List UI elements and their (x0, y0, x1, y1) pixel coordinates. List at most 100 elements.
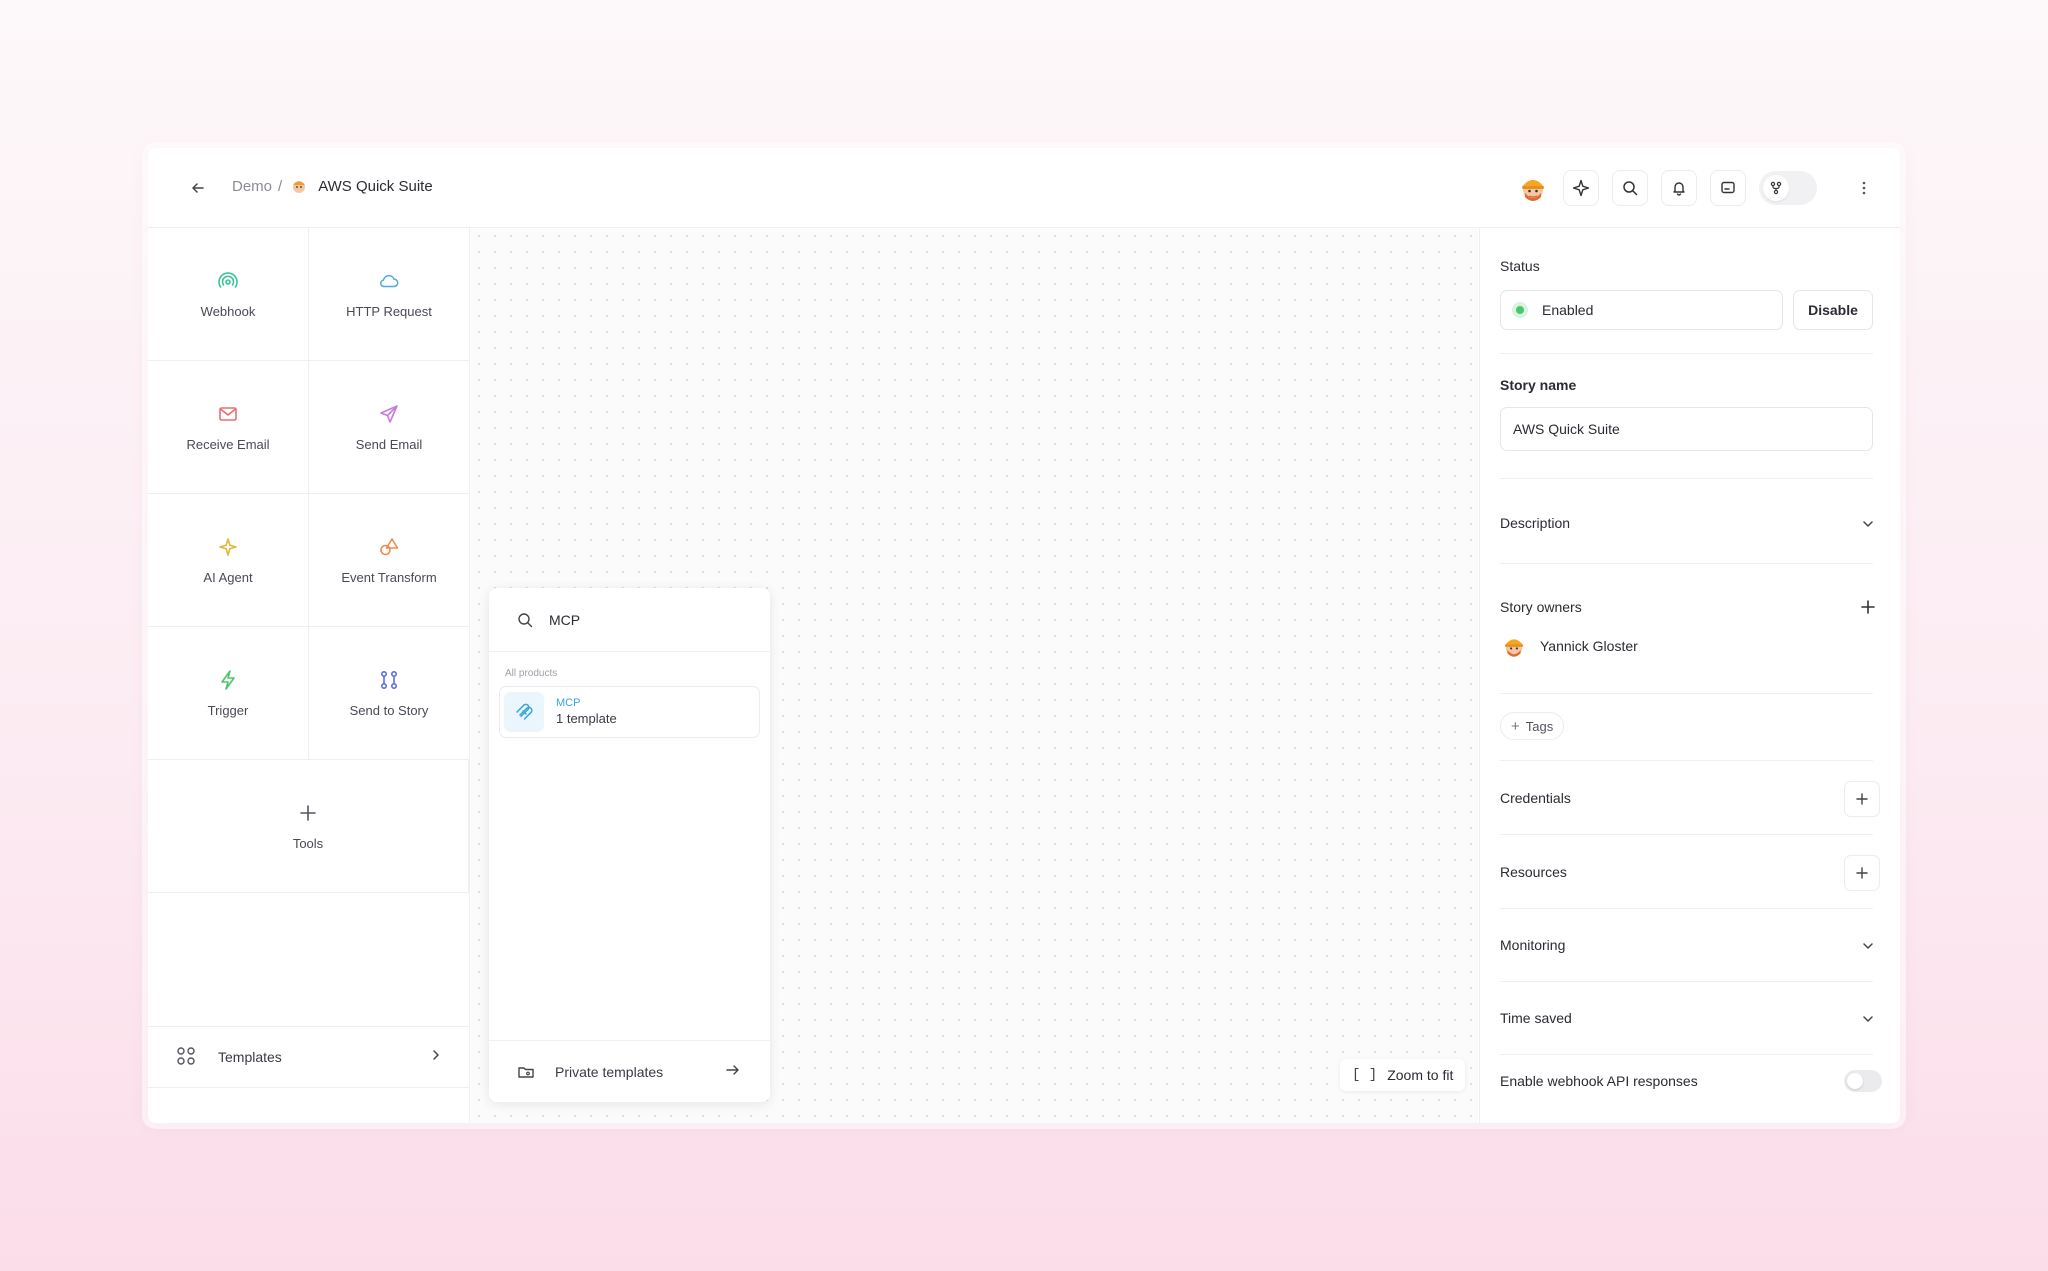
templates-label: Templates (218, 1049, 282, 1065)
action-send-email[interactable]: Send Email (309, 361, 470, 494)
action-label: Send to Story (349, 702, 429, 718)
action-send-to-story[interactable]: Send to Story (309, 627, 470, 760)
tags-label: Tags (1525, 718, 1554, 734)
avatar (1500, 632, 1528, 660)
divider (1500, 478, 1873, 479)
result-name: MCP (556, 697, 581, 709)
plus-icon: + (1511, 717, 1520, 735)
time-saved-label[interactable]: Time saved (1500, 1010, 1572, 1026)
status-indicator (1512, 302, 1528, 318)
search-bar (489, 588, 770, 652)
search-button[interactable] (1612, 170, 1648, 206)
status-label: Status (1500, 258, 1540, 274)
status-value: Enabled (1542, 302, 1594, 318)
result-text: MCP 1 template (556, 697, 617, 727)
search-icon (1623, 181, 1638, 196)
chevron-right-icon (431, 1048, 441, 1066)
disable-button[interactable]: Disable (1793, 290, 1873, 330)
action-trigger[interactable]: Trigger (148, 627, 309, 760)
story-settings-panel: Status Enabled Disable Story name Descri… (1479, 228, 1900, 1123)
change-control-toggle[interactable] (1759, 171, 1817, 205)
add-resource-button[interactable] (1844, 855, 1880, 891)
webhook-api-label: Enable webhook API responses (1500, 1073, 1698, 1089)
back-arrow-icon[interactable] (186, 176, 210, 200)
zoom-fit-icon: [ ] (1352, 1067, 1378, 1083)
cloud-icon (378, 270, 400, 292)
private-templates-link[interactable]: Private templates (489, 1040, 770, 1102)
private-templates-label: Private templates (555, 1063, 664, 1080)
actions-panel: Webhook HTTP Request Receive Email Send … (148, 228, 470, 1123)
mail-icon (217, 403, 239, 425)
webhook-api-toggle[interactable] (1844, 1070, 1882, 1092)
send-icon (378, 403, 400, 425)
template-search-popup: All products MCP 1 template Private temp… (489, 588, 770, 1102)
comments-button[interactable] (1710, 170, 1746, 206)
folder-icon (517, 1063, 535, 1081)
top-bar: Demo / AWS Quick Suite (148, 148, 1900, 228)
breadcrumb-parent[interactable]: Demo (232, 178, 272, 195)
bell-icon (1673, 182, 1685, 196)
action-tools[interactable]: Tools (148, 760, 469, 893)
branch-icon (1763, 175, 1789, 201)
search-icon (517, 612, 533, 628)
search-result-item[interactable]: MCP 1 template (499, 686, 760, 738)
action-ai-agent[interactable]: AI Agent (148, 494, 309, 627)
templates-link[interactable]: Templates (148, 1026, 469, 1088)
story-editor-window: Demo / AWS Quick Suite Webhook HTTP Requ… (148, 148, 1900, 1123)
grid-icon (176, 1046, 198, 1068)
owner-name: Yannick Gloster (1540, 638, 1638, 654)
plus-icon (297, 802, 319, 824)
shapes-icon (378, 536, 400, 558)
section-label: All products (505, 668, 558, 679)
divider (1500, 693, 1873, 694)
chevron-down-icon[interactable] (1858, 514, 1878, 534)
arrow-right-icon (726, 1063, 740, 1081)
message-icon (1721, 181, 1735, 194)
action-label: AI Agent (203, 569, 253, 585)
result-subtitle: 1 template (556, 711, 617, 726)
webhook-icon (217, 270, 239, 292)
mcp-logo-icon (504, 692, 544, 732)
zoom-to-fit-button[interactable]: [ ] Zoom to fit (1340, 1059, 1466, 1091)
search-input[interactable] (549, 611, 749, 628)
story-name-label: Story name (1500, 377, 1577, 393)
story-owners-label: Story owners (1500, 599, 1582, 615)
breadcrumb-separator: / (278, 177, 283, 195)
chevron-down-icon[interactable] (1858, 1009, 1878, 1029)
action-label: Send Email (355, 436, 423, 452)
owner-item: Yannick Gloster (1500, 632, 1638, 660)
story-title: AWS Quick Suite (318, 177, 433, 195)
resources-label: Resources (1500, 864, 1567, 880)
user-avatar[interactable] (1516, 171, 1550, 205)
sparkle-icon (217, 536, 239, 558)
action-label: Trigger (207, 702, 249, 718)
branch-icon (378, 669, 400, 691)
action-label: HTTP Request (346, 303, 432, 319)
add-tags-button[interactable]: + Tags (1500, 712, 1565, 740)
action-webhook[interactable]: Webhook (148, 228, 309, 361)
action-event-transform[interactable]: Event Transform (309, 494, 470, 627)
action-receive-email[interactable]: Receive Email (148, 361, 309, 494)
chevron-down-icon[interactable] (1858, 936, 1878, 956)
status-field: Enabled (1500, 290, 1783, 330)
story-emoji-icon (290, 177, 308, 195)
notifications-button[interactable] (1661, 170, 1697, 206)
divider (1500, 834, 1873, 835)
add-credential-button[interactable] (1844, 781, 1880, 817)
add-owner-icon[interactable] (1858, 597, 1878, 617)
credentials-label: Credentials (1500, 790, 1571, 806)
divider (1500, 563, 1873, 564)
divider (1500, 908, 1873, 909)
more-options-icon[interactable] (1852, 171, 1876, 205)
story-name-input[interactable] (1500, 407, 1873, 451)
action-label: Event Transform (341, 569, 437, 585)
header-actions (1516, 170, 1876, 206)
action-label: Webhook (200, 303, 256, 319)
sparkle-icon (1572, 179, 1590, 197)
bolt-icon (217, 669, 239, 691)
monitoring-label[interactable]: Monitoring (1500, 937, 1565, 953)
ai-sparkle-button[interactable] (1563, 170, 1599, 206)
divider (1500, 981, 1873, 982)
description-label[interactable]: Description (1500, 515, 1570, 531)
action-http-request[interactable]: HTTP Request (309, 228, 470, 361)
